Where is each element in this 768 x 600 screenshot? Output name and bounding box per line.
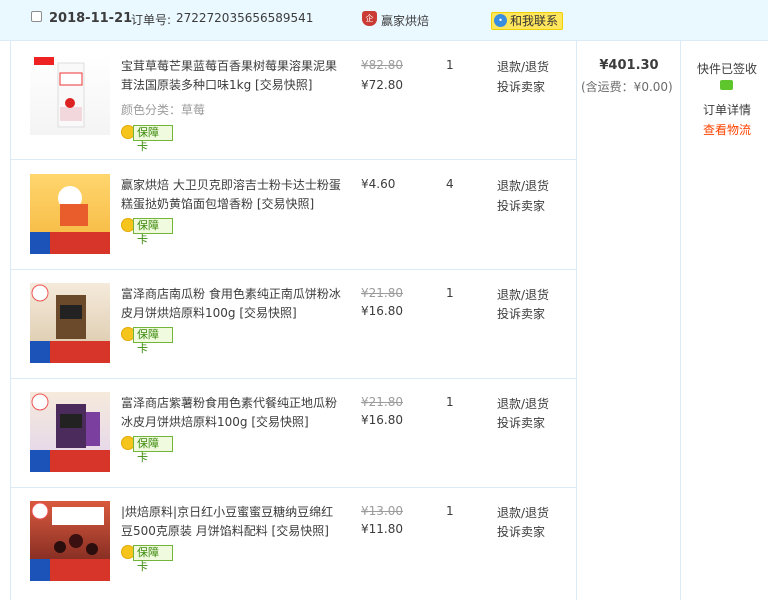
complain-link[interactable]: 投诉卖家 [497,414,545,431]
order-item-row: 赢家烘焙 大卫贝克即溶吉士粉卡达士粉蛋糕蛋挞奶黄馅面包增香粉 [交易快照] 保障… [10,160,576,270]
product-image [30,186,110,254]
guarantee-label: 保障卡 [133,545,173,573]
original-price: ¥82.80 [361,58,403,72]
complain-link[interactable]: 投诉卖家 [497,523,545,540]
order-detail-link[interactable]: 订单详情 [703,101,751,118]
product-title-link[interactable]: 宝茸草莓芒果蓝莓百香果树莓果溶果泥果茸法国原装多种口味1kg [交易快照] [121,57,343,95]
complain-link[interactable]: 投诉卖家 [497,197,545,214]
unit-price: ¥4.60 [361,177,396,191]
guarantee-card-badge[interactable]: 保障卡 [121,436,173,464]
order-item-row: 富泽商店紫薯粉食用色素代餐纯正地瓜粉冰皮月饼烘焙原料100g [交易快照] 保障… [10,378,576,488]
order-item-row: |烘焙原料|京日红小豆蜜蜜豆糖纳豆绵红豆500克原装 月饼馅料配料 [交易快照]… [10,487,576,596]
refund-link[interactable]: 退款/退货 [497,58,549,75]
quantity: 1 [446,504,454,518]
refund-link[interactable]: 退款/退货 [497,395,549,412]
unit-price: ¥16.80 [361,413,403,427]
product-title-link[interactable]: |烘焙原料|京日红小豆蜜蜜豆糖纳豆绵红豆500克原装 月饼馅料配料 [交易快照] [121,503,343,541]
product-title-link[interactable]: 赢家烘焙 大卫贝克即溶吉士粉卡达士粉蛋糕蛋挞奶黄馅面包增香粉 [交易快照] [121,176,343,214]
original-price: ¥21.80 [361,286,403,300]
guarantee-label: 保障卡 [133,218,173,246]
guarantee-label: 保障卡 [133,436,173,464]
order-card: 2018-11-21 订单号: 272272035656589541 企 赢家烘… [0,0,768,600]
guarantee-card-badge[interactable]: 保障卡 [121,125,173,153]
quantity: 1 [446,395,454,409]
contact-seller-button[interactable]: • 和我联系 [491,12,564,30]
unit-price: ¥16.80 [361,304,403,318]
shop-name-link[interactable]: 赢家烘焙 [381,12,429,29]
freight-note: (含运费：¥0.00) [581,80,673,94]
order-date: 2018-11-21 [49,11,133,26]
quantity: 1 [446,286,454,300]
product-thumbnail[interactable] [30,283,110,363]
quantity: 4 [446,177,454,191]
guarantee-label: 保障卡 [133,327,173,355]
product-thumbnail[interactable] [30,392,110,472]
message-icon[interactable] [720,80,733,90]
order-number: 272272035656589541 [176,11,314,25]
guarantee-card-badge[interactable]: 保障卡 [121,218,173,246]
order-item-row: 富泽商店南瓜粉 食用色素纯正南瓜饼粉冰皮月饼烘焙原料100g [交易快照] 保障… [10,269,576,379]
order-status: 快件已签收 [697,62,758,76]
original-price: ¥13.00 [361,504,403,518]
order-header: 2018-11-21 订单号: 272272035656589541 企 赢家烘… [0,0,768,41]
product-spec: 颜色分类：草莓 [121,103,206,117]
product-image [34,57,85,128]
product-title-link[interactable]: 富泽商店紫薯粉食用色素代餐纯正地瓜粉冰皮月饼烘焙原料100g [交易快照] [121,394,343,432]
original-price: ¥21.80 [361,395,403,409]
contact-seller-label: 和我联系 [510,14,559,28]
chat-icon: • [494,14,507,27]
complain-link[interactable]: 投诉卖家 [497,305,545,322]
order-number-label: 订单号: [131,13,172,27]
refund-link[interactable]: 退款/退货 [497,504,549,521]
order-checkbox[interactable] [31,11,42,22]
product-image [30,502,110,581]
guarantee-label: 保障卡 [133,125,173,153]
product-thumbnail[interactable] [30,501,110,581]
refund-link[interactable]: 退款/退货 [497,286,549,303]
guarantee-card-badge[interactable]: 保障卡 [121,545,173,573]
shop-badge-icon: 企 [362,11,377,26]
unit-price: ¥72.80 [361,78,403,92]
quantity: 1 [446,58,454,72]
order-total: ¥401.30 [599,58,659,73]
view-logistics-link[interactable]: 查看物流 [703,121,751,138]
total-status-divider [680,41,681,600]
refund-link[interactable]: 退款/退货 [497,177,549,194]
item-total-divider [576,41,577,600]
product-title-link[interactable]: 富泽商店南瓜粉 食用色素纯正南瓜饼粉冰皮月饼烘焙原料100g [交易快照] [121,285,343,323]
order-item-row: 宝茸草莓芒果蓝莓百香果树莓果溶果泥果茸法国原装多种口味1kg [交易快照] 颜色… [10,41,576,160]
complain-link[interactable]: 投诉卖家 [497,78,545,95]
product-image [30,393,110,472]
product-image [30,284,110,363]
product-thumbnail[interactable] [30,174,110,254]
product-thumbnail[interactable] [30,55,110,135]
unit-price: ¥11.80 [361,522,403,536]
guarantee-card-badge[interactable]: 保障卡 [121,327,173,355]
